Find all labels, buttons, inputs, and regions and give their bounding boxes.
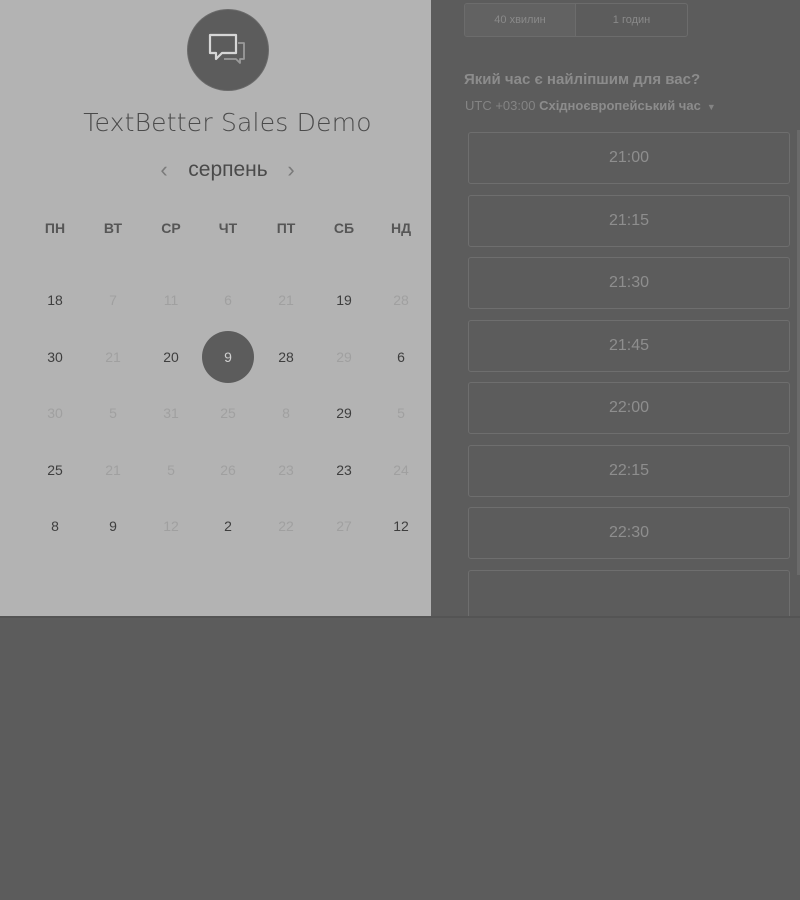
calendar-day[interactable]: 12: [376, 501, 426, 551]
calendar-day: 21: [105, 462, 121, 478]
duration-option[interactable]: 1 годин: [576, 4, 687, 36]
booking-panel: 40 хвилин 1 годин Який час є найліпшим д…: [431, 0, 800, 616]
calendar-day: 5: [397, 405, 405, 421]
time-slot-button[interactable]: 22:00: [468, 382, 790, 434]
calendar-day: 23: [278, 462, 294, 478]
calendar-day: 11: [163, 292, 179, 308]
time-slot-button[interactable]: 21:00: [468, 132, 790, 184]
time-slot-button[interactable]: 21:45: [468, 319, 790, 372]
calendar-day[interactable]: 2: [203, 501, 253, 551]
calendar-day[interactable]: 25: [30, 445, 80, 495]
calendar-day[interactable]: 9: [88, 501, 138, 551]
time-slot-button[interactable]: 22:15: [468, 444, 790, 497]
timezone-name: Східноєвропейський час: [539, 98, 701, 113]
calendar-day[interactable]: 18: [30, 275, 80, 325]
calendar-day: 25: [220, 405, 236, 421]
calendar-day: 5: [109, 405, 117, 421]
timezone-selector[interactable]: UTC +03:00 Східноєвропейський час ▼: [465, 98, 716, 113]
calendar-day[interactable]: 28: [261, 332, 311, 382]
calendar-day: 30: [47, 405, 63, 421]
calendar-day[interactable]: 23: [319, 445, 369, 495]
calendar-day: 7: [109, 292, 117, 308]
calendar-day: 21: [278, 292, 294, 308]
time-slot-button[interactable]: 22:30: [468, 507, 790, 559]
calendar-day[interactable]: 6: [376, 332, 426, 382]
calendar-day: 31: [163, 405, 179, 421]
calendar-day: 28: [393, 292, 409, 308]
calendar-grid: 18 7 11 6 21 19 28 30 21 20 9 28 29 6 30 5 31 25 8 29 5 25 21 5…: [0, 0, 431, 616]
calendar-day: 22: [278, 518, 294, 534]
calendar-day[interactable]: 20: [146, 332, 196, 382]
divider: [0, 616, 800, 618]
calendar-day[interactable]: 19: [319, 275, 369, 325]
calendar-day: 26: [220, 462, 236, 478]
calendar-day[interactable]: 29: [319, 388, 369, 438]
calendar-day: 27: [336, 518, 352, 534]
time-slot-button[interactable]: [468, 569, 790, 616]
calendar-day: 24: [393, 462, 409, 478]
time-slot-button[interactable]: 21:30: [468, 257, 790, 309]
calendar-day: 8: [282, 405, 290, 421]
calendar-day: 6: [224, 292, 232, 308]
time-slot-button[interactable]: 21:15: [468, 194, 790, 247]
calendar-day[interactable]: 8: [30, 501, 80, 551]
time-slot-list: 21:00 21:15 21:30 21:45 22:00 22:15 22:30: [468, 132, 790, 616]
duration-toggle: 40 хвилин 1 годин: [464, 3, 688, 37]
calendar-day[interactable]: 30: [30, 332, 80, 382]
duration-option[interactable]: 40 хвилин: [465, 4, 576, 36]
timezone-offset: UTC +03:00: [465, 98, 536, 113]
calendar-day-selected[interactable]: 9: [202, 331, 254, 383]
caret-down-icon: ▼: [706, 102, 716, 112]
calendar-day: 5: [167, 462, 175, 478]
calendar-day: 21: [105, 349, 121, 365]
calendar-day: 29: [336, 349, 352, 365]
calendar-day: 12: [163, 518, 179, 534]
calendar-panel: TextBetter Sales Demo ‹ серпень › ПН ВТ …: [0, 0, 431, 616]
time-question: Який час є найліпшим для вас?: [464, 71, 701, 88]
